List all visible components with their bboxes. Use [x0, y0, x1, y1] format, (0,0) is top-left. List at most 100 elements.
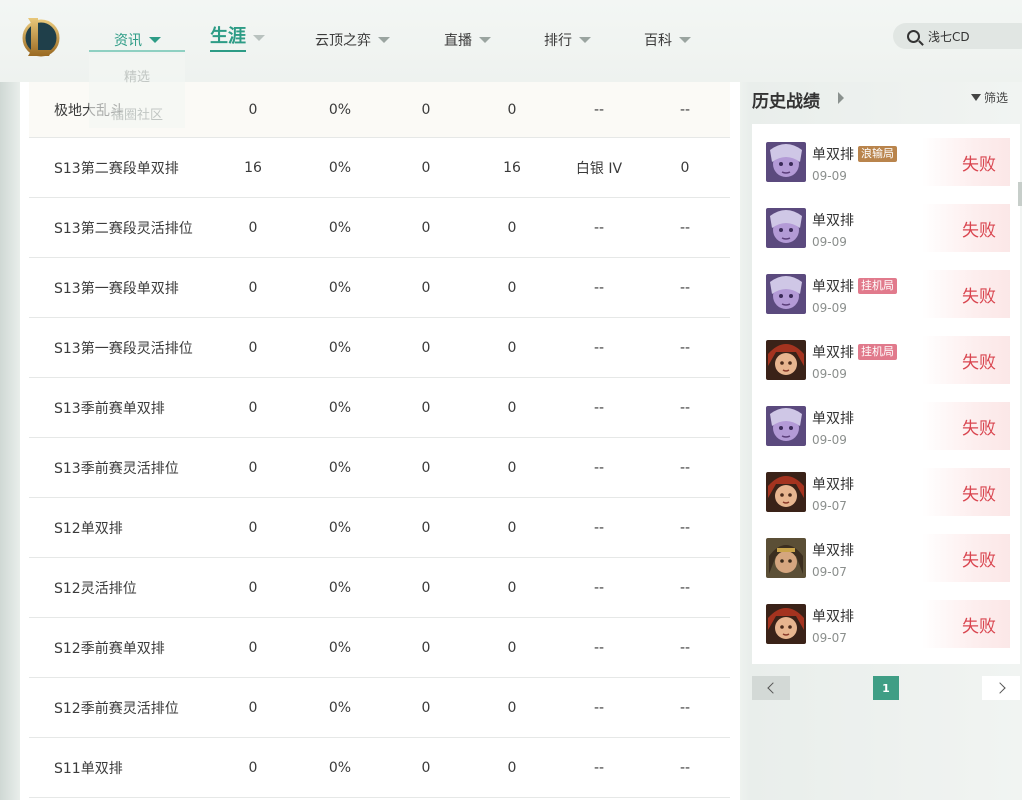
table-cell: 0%	[328, 759, 352, 776]
chevron-down-icon	[479, 37, 491, 43]
match-tag-badge: 挂机局	[858, 344, 897, 360]
match-item[interactable]: 单双排 09-07 失败	[752, 524, 1020, 590]
match-result: 失败	[922, 600, 1010, 648]
table-row[interactable]: S13季前赛单双排 0 0% 0 0 -- --	[29, 378, 730, 438]
queue-name: S12季前赛单双排	[54, 640, 165, 657]
match-queue-label: 单双排	[812, 279, 854, 295]
champion-avatar[interactable]	[766, 538, 806, 578]
nav-news-label: 资讯	[114, 33, 142, 49]
match-queue-label: 单双排	[812, 543, 854, 559]
table-row[interactable]: S13第二赛段单双排 16 0% 0 16 白银 IV 0	[29, 138, 730, 198]
dropdown-item-featured[interactable]: 精选	[89, 66, 185, 85]
match-item[interactable]: 单双排 09-09 失败	[752, 392, 1020, 458]
match-item[interactable]: 单双排 09-07 失败	[752, 458, 1020, 524]
queue-name: S13第二赛段灵活排位	[54, 220, 193, 237]
table-cell: 0	[507, 459, 517, 476]
table-cell: 0	[248, 639, 258, 656]
table-cell: 0	[421, 759, 431, 776]
table-cell: 0	[421, 699, 431, 716]
match-queue-label: 单双排	[812, 213, 854, 229]
chevron-right-icon	[993, 682, 1006, 694]
table-row[interactable]: S13第二赛段灵活排位 0 0% 0 0 -- --	[29, 198, 730, 258]
table-row[interactable]: S12季前赛单双排 0 0% 0 0 -- --	[29, 618, 730, 678]
table-cell: 0	[421, 459, 431, 476]
match-item[interactable]: 单双排 09-07 失败	[752, 590, 1020, 656]
table-cell: 0%	[328, 159, 352, 176]
queue-name: S13第一赛段灵活排位	[54, 340, 193, 357]
lol-logo-icon[interactable]	[22, 14, 60, 60]
table-row[interactable]: S13第一赛段灵活排位 0 0% 0 0 -- --	[29, 318, 730, 378]
chevron-down-icon	[679, 37, 691, 43]
table-row[interactable]: S12单双排 0 0% 0 0 -- --	[29, 498, 730, 558]
table-cell: 0	[248, 339, 258, 356]
chevron-down-icon	[253, 35, 265, 41]
search-input[interactable]	[928, 29, 1018, 43]
table-cell: --	[593, 759, 605, 776]
match-queue-label: 单双排	[812, 147, 854, 163]
history-header: 历史战绩 筛选	[752, 84, 1022, 112]
table-cell: --	[593, 579, 605, 596]
champion-avatar[interactable]	[766, 604, 806, 644]
table-row[interactable]: S11单双排 0 0% 0 0 -- --	[29, 738, 730, 798]
search-box[interactable]	[893, 23, 1022, 49]
champion-avatar[interactable]	[766, 142, 806, 182]
search-icon[interactable]	[907, 29, 920, 43]
queue-name: S12单双排	[54, 520, 123, 537]
match-queue: 单双排	[812, 606, 854, 626]
table-cell: 16	[503, 159, 521, 176]
table-cell: 0%	[328, 579, 352, 596]
table-cell: --	[679, 279, 691, 296]
champion-avatar[interactable]	[766, 472, 806, 512]
chevron-right-icon[interactable]	[838, 92, 844, 104]
match-item[interactable]: 单双排 09-09 失败	[752, 194, 1020, 260]
table-cell: 0	[248, 519, 258, 536]
nav-career[interactable]: 生涯	[210, 24, 265, 52]
match-item[interactable]: 单双排 浪输局 09-09 失败	[752, 128, 1020, 194]
table-cell: --	[679, 339, 691, 356]
champion-avatar[interactable]	[766, 208, 806, 248]
table-cell: --	[593, 101, 605, 118]
champion-avatar[interactable]	[766, 274, 806, 314]
match-tag-badge: 浪输局	[858, 146, 897, 162]
match-result: 失败	[922, 534, 1010, 582]
chevron-down-icon	[378, 37, 390, 43]
match-queue-label: 单双排	[812, 411, 854, 427]
champion-avatar[interactable]	[766, 406, 806, 446]
page-number-current[interactable]: 1	[873, 676, 899, 700]
nav-wiki[interactable]: 百科	[644, 26, 691, 54]
table-row[interactable]: S13第一赛段单双排 0 0% 0 0 -- --	[29, 258, 730, 318]
match-result: 失败	[922, 270, 1010, 318]
nav-tft-label: 云顶之弈	[315, 33, 371, 49]
prev-page-button[interactable]	[752, 676, 790, 700]
table-cell: 0	[248, 699, 258, 716]
table-cell: --	[679, 639, 691, 656]
dropdown-item-community[interactable]: 福圈社区	[89, 104, 185, 123]
champion-avatar[interactable]	[766, 340, 806, 380]
history-title[interactable]: 历史战绩	[752, 87, 820, 112]
match-date: 09-07	[812, 499, 847, 513]
table-cell: 0	[421, 101, 431, 118]
match-date: 09-07	[812, 565, 847, 579]
table-row[interactable]: S12灵活排位 0 0% 0 0 -- --	[29, 558, 730, 618]
match-queue: 单双排 挂机局	[812, 276, 897, 296]
table-cell: 0	[248, 759, 258, 776]
next-page-button[interactable]	[982, 676, 1020, 700]
filter-button[interactable]: 筛选	[971, 89, 1008, 106]
table-row[interactable]: S12季前赛灵活排位 0 0% 0 0 -- --	[29, 678, 730, 738]
table-row[interactable]: S13季前赛灵活排位 0 0% 0 0 -- --	[29, 438, 730, 498]
match-queue: 单双排 挂机局	[812, 342, 897, 362]
nav-live[interactable]: 直播	[444, 26, 491, 54]
table-cell: 0	[248, 219, 258, 236]
match-item[interactable]: 单双排 挂机局 09-09 失败	[752, 260, 1020, 326]
nav-ranking[interactable]: 排行	[544, 26, 591, 54]
table-cell: 0	[507, 339, 517, 356]
season-stats-table: 极地大乱斗00%00----S13第二赛段单双排160%016白银 IV0S13…	[20, 82, 740, 800]
match-item[interactable]: 单双排 挂机局 09-09 失败	[752, 326, 1020, 392]
table-cell: 0%	[328, 399, 352, 416]
queue-name: S12季前赛灵活排位	[54, 700, 179, 717]
nav-tft[interactable]: 云顶之弈	[315, 26, 390, 54]
match-queue: 单双排	[812, 474, 854, 494]
table-cell: --	[593, 339, 605, 356]
match-queue: 单双排 浪输局	[812, 144, 897, 164]
scrollbar[interactable]	[1018, 182, 1022, 206]
